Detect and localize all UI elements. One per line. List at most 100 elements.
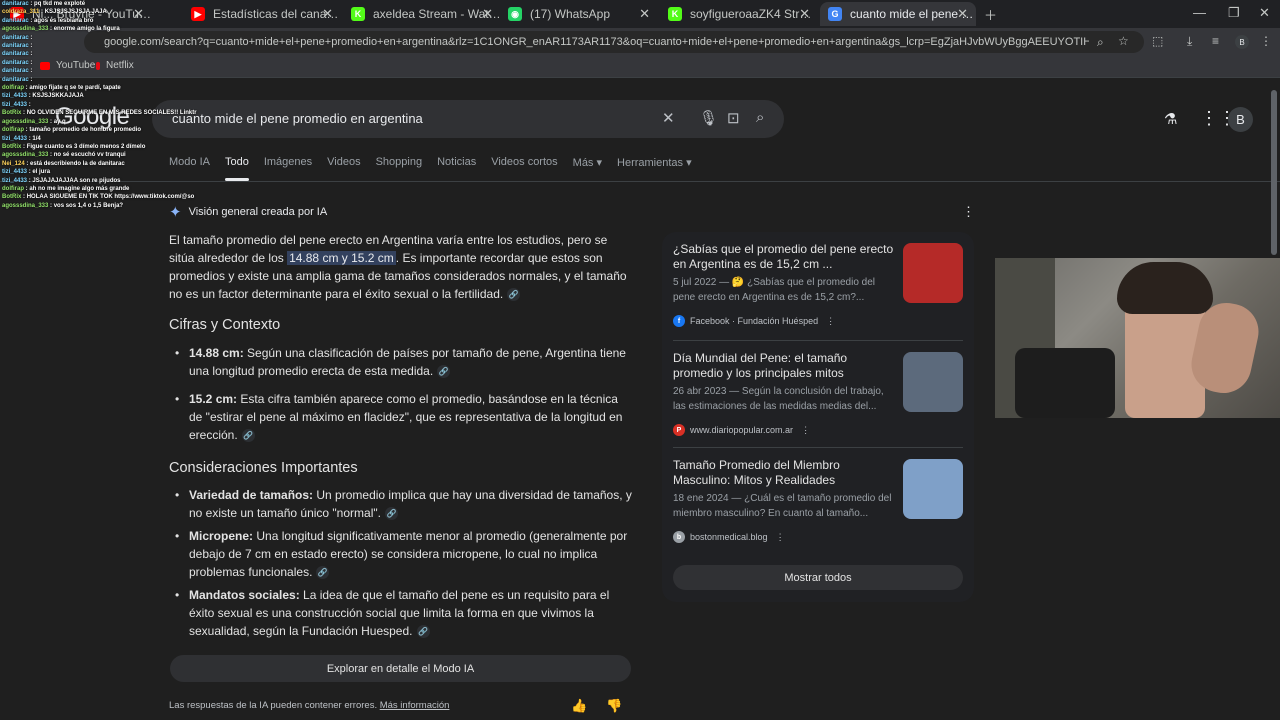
labs-flask-icon[interactable]: ⚗ xyxy=(1164,110,1177,128)
chat-username[interactable]: tizi_4433 xyxy=(2,136,27,142)
search-icon[interactable]: ⌕ xyxy=(756,109,764,126)
source-favicon-icon: b xyxy=(673,531,685,543)
chat-username[interactable]: dolfirap xyxy=(2,127,24,133)
source-link-icon[interactable]: 🔗 xyxy=(241,429,255,443)
page-scrollbar[interactable] xyxy=(1271,90,1277,255)
extensions-icon[interactable]: ⬚ xyxy=(1152,34,1163,48)
chat-username[interactable]: agosssdina_333 xyxy=(2,152,48,158)
card-menu-icon[interactable]: ⋮ xyxy=(776,532,785,543)
download-icon[interactable]: ⤓ xyxy=(1187,34,1192,49)
nav-tab[interactable]: Imágenes xyxy=(264,156,312,169)
chat-text: HOLAA SIGUEME EN TIK TOK https://www.tik… xyxy=(26,194,195,201)
chat-username[interactable]: danitarac xyxy=(2,60,29,66)
browser-tab[interactable]: Gcuanto mide el pene promedio✕ xyxy=(820,2,976,26)
source-link-icon[interactable]: 🔗 xyxy=(437,365,451,379)
chat-username[interactable]: Nei_124 xyxy=(2,161,25,167)
zoom-icon[interactable]: ⌕ xyxy=(1097,35,1104,50)
account-avatar[interactable]: B xyxy=(1228,107,1253,132)
profile-avatar[interactable]: B xyxy=(1235,35,1249,49)
bullet-item: Micropene: Una longitud significativamen… xyxy=(175,527,632,581)
nav-tab[interactable]: Videos xyxy=(327,156,360,169)
window-close-button[interactable]: ✕ xyxy=(1259,5,1270,21)
card-menu-icon[interactable]: ⋮ xyxy=(801,425,810,436)
source-link-icon[interactable]: 🔗 xyxy=(416,625,430,639)
microphone-arm xyxy=(1015,348,1115,418)
tab-close-icon[interactable]: ✕ xyxy=(799,6,810,22)
browser-tab[interactable]: Kaxeldea Stream - Watch Live on✕ xyxy=(343,2,501,26)
card-thumbnail[interactable] xyxy=(903,459,963,519)
ai-overview-menu-icon[interactable]: ⋮ xyxy=(962,204,975,220)
more-info-link[interactable]: Más información xyxy=(380,700,450,711)
show-all-button[interactable]: Mostrar todos xyxy=(673,565,963,590)
tab-close-icon[interactable]: ✕ xyxy=(322,6,333,22)
chat-username[interactable]: agosssdina_333 xyxy=(2,119,48,125)
new-tab-button[interactable]: ＋ xyxy=(984,5,997,24)
thumbs-down-icon[interactable]: 👎 xyxy=(606,698,622,714)
card-source[interactable]: Pwww.diariopopular.com.ar ⋮ xyxy=(673,424,963,436)
chat-username[interactable]: danitarac xyxy=(2,68,29,74)
card-thumbnail[interactable] xyxy=(903,352,963,412)
nav-tab[interactable]: Herramientas ▾ xyxy=(617,156,692,169)
nav-tab[interactable]: Noticias xyxy=(437,156,476,169)
explore-ai-mode-button[interactable]: Explorar en detalle el Modo IA xyxy=(170,655,631,682)
card-title[interactable]: Día Mundial del Pene: el tamaño promedio… xyxy=(673,351,897,381)
chat-message: danitarac : xyxy=(2,51,33,58)
chat-username[interactable]: agosssdina_333 xyxy=(2,26,48,32)
chat-username[interactable]: coldraza_311 xyxy=(2,9,39,15)
tab-close-icon[interactable]: ✕ xyxy=(639,6,650,22)
bullet-item: 14.88 cm: Según una clasificación de paí… xyxy=(175,344,632,380)
browser-tab[interactable]: ◉ (17) WhatsApp ✕ xyxy=(500,2,658,26)
minimize-button[interactable]: — xyxy=(1193,5,1206,20)
chat-message: agosssdina_333 : vos sos 1,4 o 1,5 Benja… xyxy=(2,202,124,209)
chat-username[interactable]: dolfirap xyxy=(2,85,24,91)
chat-username[interactable]: tizi_4433 xyxy=(2,93,27,99)
source-link-icon[interactable]: 🔗 xyxy=(316,566,330,580)
clear-icon[interactable]: ✕ xyxy=(662,109,675,127)
tab-close-icon[interactable]: ✕ xyxy=(482,6,493,22)
search-nav-tabs: Modo IA Todo Imágenes Videos Shopping Noticia… xyxy=(169,156,707,181)
browser-tab[interactable]: KsoyfigueroaaZK4 Stream - Watc✕ xyxy=(660,2,818,26)
lens-icon[interactable]: ⊡ xyxy=(727,109,740,127)
source-card[interactable]: ¿Sabías que el promedio del pene erecto … xyxy=(673,242,963,327)
chat-username[interactable]: agosssdina_333 xyxy=(2,203,48,209)
chat-username[interactable]: tizi_4433 xyxy=(2,102,27,108)
chat-username[interactable]: dolfirap xyxy=(2,186,24,192)
card-thumbnail[interactable] xyxy=(903,243,963,303)
address-bar-text[interactable]: google.com/search?q=cuanto+mide+el+pene+… xyxy=(104,36,1089,48)
source-card[interactable]: Tamaño Promedio del Miembro Masculino: M… xyxy=(673,458,963,543)
source-link-icon[interactable]: 🔗 xyxy=(384,507,398,521)
tab-close-icon[interactable]: ✕ xyxy=(957,6,968,22)
tab-search-icon[interactable]: ≡ xyxy=(1212,34,1219,48)
maximize-button[interactable]: ❐ xyxy=(1228,5,1240,21)
source-favicon-icon: f xyxy=(673,315,685,327)
chat-username[interactable]: danitarac xyxy=(2,1,29,7)
chat-username[interactable]: danitarac xyxy=(2,18,29,24)
chat-username[interactable]: danitarac xyxy=(2,77,29,83)
chat-username[interactable]: BotRix xyxy=(2,194,21,200)
card-source[interactable]: b bostonmedical.blog ⋮ xyxy=(673,531,963,543)
card-source[interactable]: f Facebook · Fundación Huésped ⋮ xyxy=(673,315,963,327)
card-title[interactable]: Tamaño Promedio del Miembro Masculino: M… xyxy=(673,458,897,488)
source-link-icon[interactable]: 🔗 xyxy=(507,288,521,302)
nav-tab[interactable]: Más ▾ xyxy=(573,156,602,169)
chat-username[interactable]: danitarac xyxy=(2,35,29,41)
chat-username[interactable]: tizi_4433 xyxy=(2,169,27,175)
nav-tab[interactable]: Shopping xyxy=(376,156,423,169)
menu-icon[interactable]: ⋮ xyxy=(1260,34,1272,48)
card-menu-icon[interactable]: ⋮ xyxy=(826,316,835,327)
nav-tab[interactable]: Videos cortos xyxy=(491,156,557,169)
chat-message: danitarac : xyxy=(2,68,33,75)
chat-username[interactable]: BotRix xyxy=(2,110,21,116)
chat-username[interactable]: tizi_4433 xyxy=(2,178,27,184)
chat-message: dolfirap : amigo fijate q se te pardí, t… xyxy=(2,85,121,92)
highlighted-range: 14.88 cm y 15.2 cm xyxy=(287,251,396,265)
thumbs-up-icon[interactable]: 👍 xyxy=(571,698,587,714)
chat-username[interactable]: BotRix xyxy=(2,144,21,150)
source-card[interactable]: Día Mundial del Pene: el tamaño promedio… xyxy=(673,351,963,436)
chat-username[interactable]: danitarac xyxy=(2,51,29,57)
microphone-icon[interactable]: 🎙 xyxy=(699,109,718,127)
chat-text: JSJAJAJAJJAA son re pijudos xyxy=(32,177,121,184)
card-title[interactable]: ¿Sabías que el promedio del pene erecto … xyxy=(673,242,897,272)
chat-username[interactable]: danitarac xyxy=(2,43,29,49)
bookmark-star-icon[interactable]: ☆ xyxy=(1118,34,1129,48)
